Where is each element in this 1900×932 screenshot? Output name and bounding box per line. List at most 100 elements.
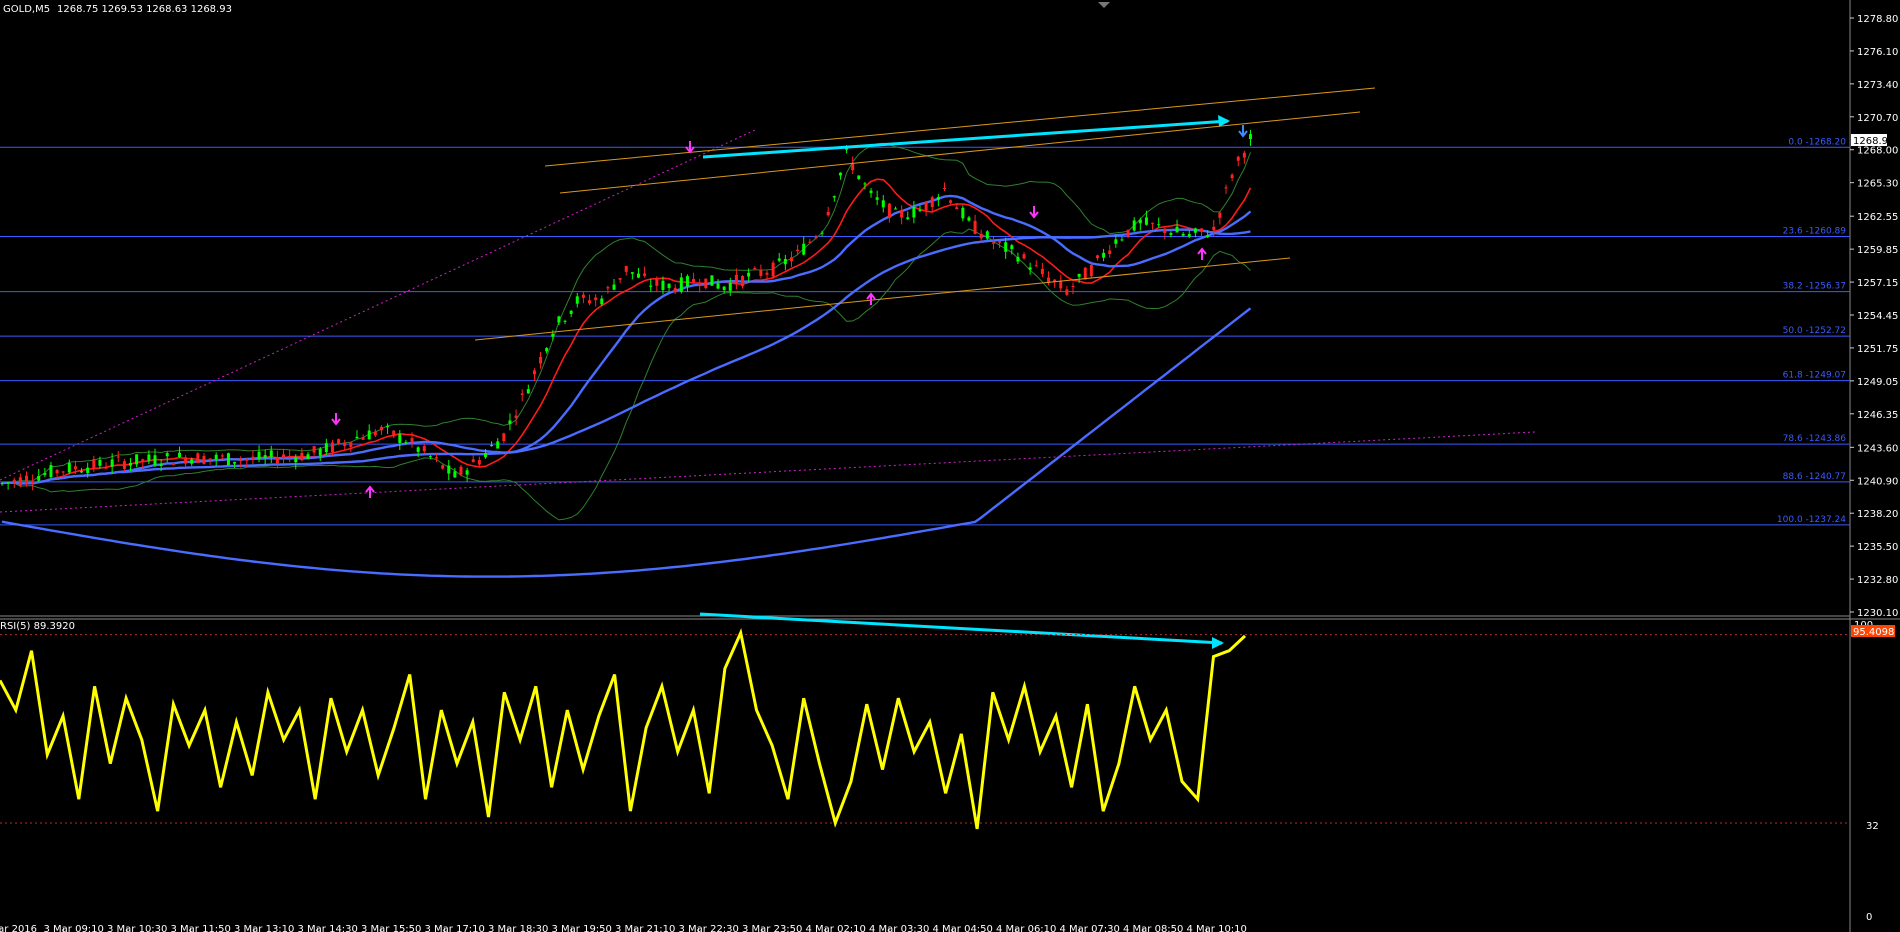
- candle-body: [1175, 226, 1179, 233]
- candle-body: [1248, 134, 1252, 140]
- candle-body: [404, 442, 408, 444]
- price-tick-label: 1254.45: [1857, 311, 1898, 322]
- candle-body: [202, 456, 206, 464]
- candle-body: [1132, 220, 1136, 231]
- fib-level-label: 0.0 -1268.20: [1788, 137, 1846, 147]
- time-tick-label: 3 Mar 2016: [0, 924, 37, 932]
- candle-body: [814, 236, 818, 239]
- candle-body: [386, 426, 390, 428]
- candle-body: [820, 232, 824, 234]
- candle-body: [930, 197, 934, 208]
- candle-body: [1206, 235, 1210, 238]
- candle-body: [942, 187, 946, 189]
- candle-body: [24, 475, 28, 484]
- candle-body: [1028, 267, 1032, 270]
- candle-body: [759, 270, 763, 276]
- candle-body: [6, 482, 10, 484]
- candle-body: [998, 241, 1002, 243]
- candle-body: [600, 298, 604, 305]
- candle-body: [422, 446, 426, 452]
- rsi-label: RSI(5) 89.3920: [0, 621, 75, 632]
- candle-body: [37, 475, 41, 481]
- candle-body: [269, 450, 273, 457]
- price-tick-label: 1270.70: [1857, 113, 1898, 124]
- candle-body: [300, 452, 304, 461]
- candle-body: [239, 460, 243, 462]
- candle-body: [428, 456, 432, 458]
- fib-level-label: 50.0 -1252.72: [1783, 326, 1846, 336]
- candle-body: [624, 265, 628, 272]
- candle-body: [275, 457, 279, 464]
- time-tick-label: 3 Mar 17:10: [425, 924, 485, 932]
- price-tick-label: 1238.20: [1857, 509, 1898, 520]
- candle-body: [233, 461, 237, 464]
- candle-body: [1181, 233, 1185, 236]
- candle-body: [110, 459, 114, 467]
- candle-body: [569, 310, 573, 314]
- candle-body: [606, 287, 610, 289]
- candle-body: [416, 447, 420, 452]
- candle-body: [557, 316, 561, 323]
- candle-body: [1034, 265, 1038, 267]
- candle-body: [734, 274, 738, 285]
- price-tick-label: 1262.55: [1857, 212, 1898, 223]
- price-tick-label: 1249.05: [1857, 377, 1898, 388]
- candle-body: [257, 451, 261, 460]
- candle-body: [789, 257, 793, 262]
- candle-body: [373, 431, 377, 436]
- candle-body: [1065, 289, 1069, 295]
- candle-body: [141, 459, 145, 462]
- candle-body: [49, 465, 53, 478]
- candle-body: [263, 455, 267, 459]
- candle-body: [86, 467, 90, 473]
- candle-body: [502, 433, 506, 442]
- candle-body: [67, 462, 71, 473]
- candle-body: [1095, 255, 1099, 259]
- candle-body: [171, 462, 175, 465]
- candle-body: [863, 183, 867, 185]
- candle-body: [508, 420, 512, 424]
- candle-body: [991, 242, 995, 244]
- candle-body: [147, 454, 151, 461]
- candle-body: [294, 457, 298, 463]
- candle-body: [753, 267, 757, 269]
- candle-body: [771, 262, 775, 277]
- candle-body: [61, 471, 65, 473]
- candle-body: [98, 459, 102, 466]
- candle-body: [288, 456, 292, 458]
- candle-body: [1163, 228, 1167, 234]
- candle-body: [392, 430, 396, 437]
- candle-body: [1236, 156, 1240, 161]
- candle-body: [539, 356, 543, 364]
- candle-body: [869, 190, 873, 193]
- candle-body: [747, 272, 751, 277]
- candle-body: [245, 459, 249, 461]
- candle-body: [514, 415, 518, 419]
- candle-body: [802, 243, 806, 255]
- candle-body: [453, 471, 457, 478]
- current-price-label: 1268.93: [1853, 136, 1894, 147]
- candle-body: [1010, 245, 1014, 249]
- time-tick-label: 3 Mar 15:50: [361, 924, 421, 932]
- fib-level-label: 100.0 -1237.24: [1777, 515, 1846, 525]
- candle-body: [575, 296, 579, 304]
- candle-body: [324, 443, 328, 453]
- candle-body: [900, 210, 904, 218]
- candle-body: [471, 459, 475, 463]
- candle-body: [447, 465, 451, 474]
- price-tick-label: 1257.15: [1857, 278, 1898, 289]
- candle-body: [912, 206, 916, 218]
- candle-body: [1016, 256, 1020, 262]
- candle-body: [18, 477, 22, 486]
- fib-level-label: 88.6 -1240.77: [1783, 472, 1846, 482]
- time-tick-label: 3 Mar 13:10: [234, 924, 294, 932]
- price-tick-label: 1265.30: [1857, 179, 1898, 190]
- candle-body: [949, 200, 953, 203]
- candle-body: [1187, 234, 1191, 237]
- candle-body: [581, 294, 585, 298]
- candle-body: [367, 430, 371, 440]
- candle-body: [594, 297, 598, 301]
- price-tick-label: 1276.10: [1857, 47, 1898, 58]
- candle-body: [906, 217, 910, 220]
- candle-body: [379, 426, 383, 431]
